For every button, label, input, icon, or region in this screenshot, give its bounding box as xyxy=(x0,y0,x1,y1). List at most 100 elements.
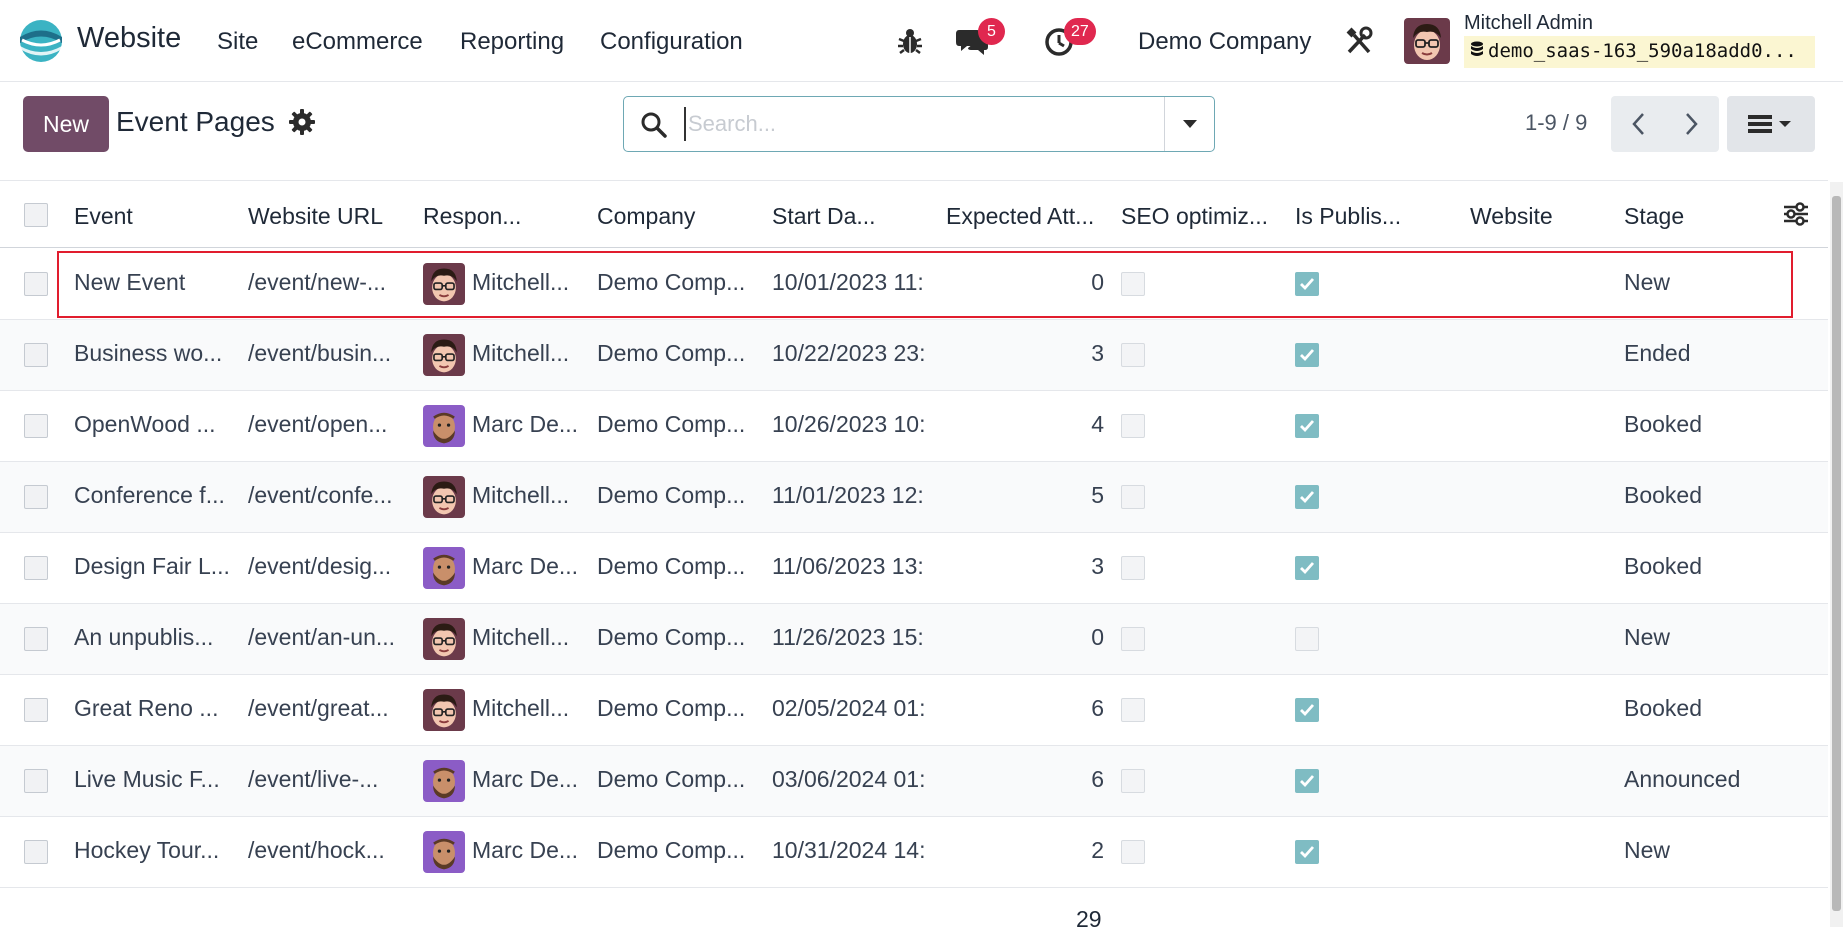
seo-optimized-checkbox xyxy=(1121,343,1145,367)
table-row[interactable]: Hockey Tour... /event/hock... Marc De... De… xyxy=(0,817,1828,888)
checkmark-icon xyxy=(1300,420,1315,433)
row-select-checkbox[interactable] xyxy=(24,556,48,580)
database-name: demo_saas-163_590a18add0... xyxy=(1464,36,1815,68)
is-published-checkbox[interactable] xyxy=(1295,556,1319,580)
app-name[interactable]: Website xyxy=(77,22,181,55)
user-name[interactable]: Mitchell Admin xyxy=(1464,12,1593,35)
row-select-checkbox[interactable] xyxy=(24,840,48,864)
column-website-url[interactable]: Website URL xyxy=(248,203,408,230)
seo-optimized-checkbox xyxy=(1121,840,1145,864)
page-title: Event Pages xyxy=(116,106,275,137)
cell-responsible: Marc De... xyxy=(472,766,579,792)
row-select-checkbox[interactable] xyxy=(24,485,48,509)
pager-value[interactable]: 1-9 / 9 xyxy=(1525,110,1587,136)
table-row[interactable]: Design Fair L... /event/desig... Marc De..… xyxy=(0,533,1828,604)
pager-next-button[interactable] xyxy=(1665,96,1719,152)
checkmark-icon xyxy=(1300,562,1315,575)
new-button[interactable]: New xyxy=(23,96,109,152)
database-label: demo_saas-163_590a18add0... xyxy=(1488,40,1797,62)
is-published-checkbox[interactable] xyxy=(1295,272,1319,296)
is-published-checkbox[interactable] xyxy=(1295,840,1319,864)
website-app-logo[interactable] xyxy=(18,18,64,64)
column-stage[interactable]: Stage xyxy=(1624,203,1784,230)
table-row[interactable]: Business wo... /event/busin... Mitchell...… xyxy=(0,320,1828,391)
gear-icon[interactable] xyxy=(288,108,316,136)
cell-start-date: 11/26/2023 15: xyxy=(772,624,924,650)
table-row[interactable]: New Event/event/new-... Mitchell... Demo C… xyxy=(0,249,1828,320)
table-row[interactable]: Live Music F... /event/live-... Marc De...… xyxy=(0,746,1828,817)
row-select-checkbox[interactable] xyxy=(24,698,48,722)
row-select-checkbox[interactable] xyxy=(24,414,48,438)
company-switcher[interactable]: Demo Company xyxy=(1138,28,1311,56)
cell-expected-attendees: 2 xyxy=(1091,837,1104,863)
seo-optimized-checkbox xyxy=(1121,627,1145,651)
event-pages-table: Event Website URL Respon... Company Star… xyxy=(0,180,1828,945)
search-input[interactable] xyxy=(684,107,1184,141)
optional-columns-icon[interactable] xyxy=(1782,201,1810,227)
is-published-checkbox[interactable] xyxy=(1295,627,1319,651)
cell-start-date: 11/06/2023 13: xyxy=(772,553,924,579)
cell-expected-attendees: 0 xyxy=(1091,624,1104,650)
row-select-checkbox[interactable] xyxy=(24,627,48,651)
cell-event: Design Fair L... xyxy=(74,553,230,579)
cell-company: Demo Comp... xyxy=(597,624,746,650)
column-responsible[interactable]: Respon... xyxy=(423,203,583,230)
seo-optimized-checkbox xyxy=(1121,769,1145,793)
checkmark-icon xyxy=(1300,846,1315,859)
is-published-checkbox[interactable] xyxy=(1295,343,1319,367)
menu-reporting[interactable]: Reporting xyxy=(460,28,564,56)
list-view-switcher[interactable] xyxy=(1727,96,1815,152)
cell-stage: Booked xyxy=(1624,482,1703,508)
table-row[interactable]: OpenWood ... /event/open... Marc De... Demo… xyxy=(0,391,1828,462)
is-published-checkbox[interactable] xyxy=(1295,769,1319,793)
responsible-avatar xyxy=(423,618,465,660)
scrollbar-thumb[interactable] xyxy=(1832,196,1841,911)
row-select-checkbox[interactable] xyxy=(24,769,48,793)
is-published-checkbox[interactable] xyxy=(1295,414,1319,438)
settings-tools-icon[interactable] xyxy=(1345,26,1373,56)
menu-site[interactable]: Site xyxy=(217,28,258,56)
table-row[interactable]: Conference f... /event/confe... Mitchell..… xyxy=(0,462,1828,533)
checkmark-icon xyxy=(1300,704,1315,717)
row-select-checkbox[interactable] xyxy=(24,272,48,296)
cell-event: An unpublis... xyxy=(74,624,214,650)
cell-company: Demo Comp... xyxy=(597,482,746,508)
cell-company: Demo Comp... xyxy=(597,269,746,295)
cell-website-url: /event/new-... xyxy=(248,269,387,295)
search-options-toggle[interactable] xyxy=(1164,97,1214,151)
menu-configuration[interactable]: Configuration xyxy=(600,28,743,56)
menu-ecommerce[interactable]: eCommerce xyxy=(292,28,423,56)
search-icon[interactable] xyxy=(640,111,668,139)
vertical-scrollbar[interactable] xyxy=(1830,182,1843,927)
table-row[interactable]: Great Reno ... /event/great... Mitchell...… xyxy=(0,675,1828,746)
cell-website-url: /event/busin... xyxy=(248,340,392,366)
cell-website-url: /event/an-un... xyxy=(248,624,396,650)
cell-expected-attendees: 3 xyxy=(1091,553,1104,579)
column-is-published[interactable]: Is Publis... xyxy=(1295,203,1455,230)
select-all-checkbox[interactable] xyxy=(24,203,48,227)
cell-expected-attendees: 5 xyxy=(1091,482,1104,508)
cell-event: Great Reno ... xyxy=(74,695,219,721)
cell-company: Demo Comp... xyxy=(597,766,746,792)
list-view-icon xyxy=(1748,115,1791,133)
cell-responsible: Mitchell... xyxy=(472,482,570,508)
column-company[interactable]: Company xyxy=(597,203,757,230)
column-start-date[interactable]: Start Da... xyxy=(772,203,932,230)
is-published-checkbox[interactable] xyxy=(1295,485,1319,509)
cell-website-url: /event/live-... xyxy=(248,766,379,792)
column-expected-attendees[interactable]: Expected Att... xyxy=(946,203,1106,230)
debug-bug-icon[interactable] xyxy=(897,27,923,55)
is-published-checkbox[interactable] xyxy=(1295,698,1319,722)
seo-optimized-checkbox xyxy=(1121,698,1145,722)
chevron-right-icon xyxy=(1686,113,1698,135)
column-website[interactable]: Website xyxy=(1470,203,1630,230)
cell-start-date: 10/22/2023 23: xyxy=(772,340,926,366)
column-seo-optimized[interactable]: SEO optimiz... xyxy=(1121,203,1281,230)
cell-stage: Booked xyxy=(1624,695,1703,721)
cell-responsible: Marc De... xyxy=(472,553,579,579)
pager-previous-button[interactable] xyxy=(1611,96,1665,152)
column-event[interactable]: Event xyxy=(74,203,234,230)
row-select-checkbox[interactable] xyxy=(24,343,48,367)
table-row[interactable]: An unpublis... /event/an-un... Mitchell...… xyxy=(0,604,1828,675)
user-avatar[interactable] xyxy=(1404,18,1450,64)
